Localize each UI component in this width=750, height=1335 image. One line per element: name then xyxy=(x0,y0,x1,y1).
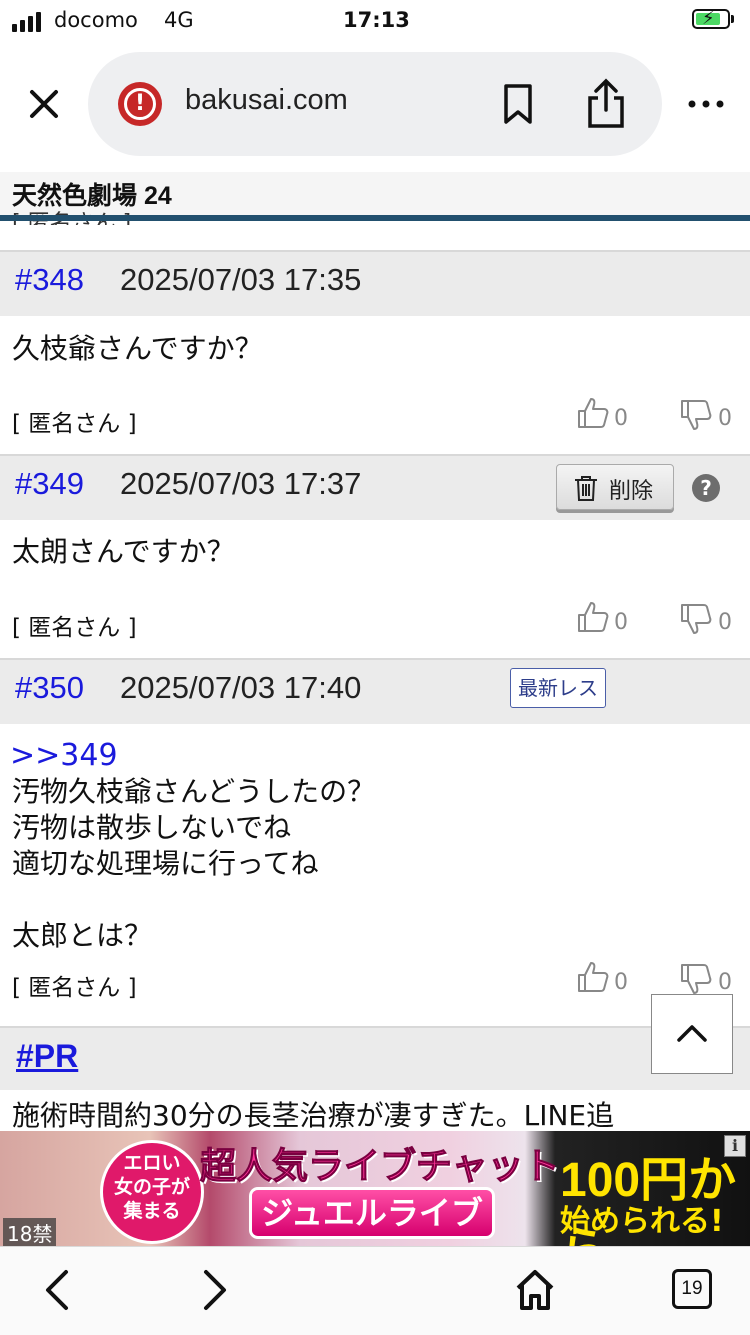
delete-label: 削除 xyxy=(609,479,654,504)
ad-info-icon[interactable]: i xyxy=(724,1135,746,1157)
dislike-count: 0 xyxy=(718,610,732,635)
dislike-count: 0 xyxy=(718,406,732,431)
thumbs-up-icon[interactable] xyxy=(576,396,610,430)
post-number[interactable]: #350 xyxy=(15,670,84,706)
thread-title[interactable]: 天然色劇場 24 xyxy=(12,176,172,212)
latest-reply-badge[interactable]: 最新レス xyxy=(510,668,606,708)
title-underline xyxy=(0,215,750,221)
pr-link[interactable]: #PR xyxy=(16,1038,78,1075)
post-header xyxy=(0,658,750,724)
post-body-line: 太郎とは？ xyxy=(12,919,153,952)
ad-circle-text: エロい 女の子が 集まる xyxy=(100,1140,204,1244)
forward-icon[interactable] xyxy=(198,1268,232,1312)
ad-headline: 超人気ライブチャット xyxy=(200,1146,561,1188)
address-bar[interactable] xyxy=(88,52,662,156)
ad-brand-logo: ジュエルライブ xyxy=(252,1190,492,1236)
ad-age-label: 18禁 xyxy=(3,1218,57,1247)
dislike-count: 0 xyxy=(718,970,732,995)
post-number[interactable]: #349 xyxy=(15,466,84,502)
tabs-button[interactable]: 19 xyxy=(672,1269,712,1309)
like-count: 0 xyxy=(614,406,628,431)
post-author: [ 匿名さん ] xyxy=(12,411,137,437)
post-author: [ 匿名さん ] xyxy=(12,975,137,1001)
like-count: 0 xyxy=(614,970,628,995)
back-icon[interactable] xyxy=(40,1268,74,1312)
chevron-up-icon xyxy=(677,1025,707,1042)
warning-exclamation: ! xyxy=(124,88,156,120)
thumbs-down-icon[interactable] xyxy=(679,398,713,432)
trash-icon xyxy=(575,476,597,501)
close-icon[interactable] xyxy=(22,82,66,126)
share-icon[interactable] xyxy=(584,78,628,130)
help-icon[interactable]: ? xyxy=(692,474,720,502)
post-date: 2025/07/03 17:37 xyxy=(120,466,362,501)
home-icon[interactable] xyxy=(514,1268,556,1312)
reply-link[interactable]: >>349 xyxy=(10,738,118,774)
post-author: [ 匿名さん ] xyxy=(12,615,137,641)
bookmark-icon[interactable] xyxy=(498,82,538,126)
signal-icon xyxy=(12,10,41,32)
post-header xyxy=(0,250,750,316)
post-number[interactable]: #348 xyxy=(15,262,84,298)
post-date: 2025/07/03 17:35 xyxy=(120,262,362,297)
battery-tip xyxy=(731,15,734,23)
more-icon[interactable] xyxy=(686,92,726,116)
pr-header xyxy=(0,1026,750,1090)
ad-price-sub: 始められる! xyxy=(560,1204,724,1239)
like-count: 0 xyxy=(614,610,628,635)
post-date: 2025/07/03 17:40 xyxy=(120,670,362,705)
clock: 17:13 xyxy=(343,8,410,32)
battery-icon: ⚡ xyxy=(692,9,730,29)
scroll-to-top-button[interactable] xyxy=(651,994,733,1074)
thumbs-down-icon[interactable] xyxy=(679,602,713,636)
post-body-line: 汚物は散歩しないでね xyxy=(12,811,292,844)
post-body-line: 適切な処理場に行ってね xyxy=(12,847,319,880)
post-body: 太朗さんですか？ xyxy=(12,535,235,568)
thumbs-down-icon[interactable] xyxy=(679,962,713,996)
pr-text[interactable]: 施術時間約30分の長茎治療が凄すぎた。LINE追 xyxy=(12,1094,614,1134)
bottom-toolbar xyxy=(0,1246,750,1335)
post-body-line: 汚物久枝爺さんどうしたの？ xyxy=(12,775,376,808)
thumbs-up-icon[interactable] xyxy=(576,600,610,634)
carrier-name: docomo xyxy=(54,8,138,32)
delete-button[interactable]: 削除 xyxy=(556,464,674,510)
thumbs-up-icon[interactable] xyxy=(576,960,610,994)
url-domain[interactable]: bakusai.com xyxy=(185,84,348,117)
network-type: 4G xyxy=(164,8,194,32)
post-body: 久枝爺さんですか？ xyxy=(12,332,263,365)
